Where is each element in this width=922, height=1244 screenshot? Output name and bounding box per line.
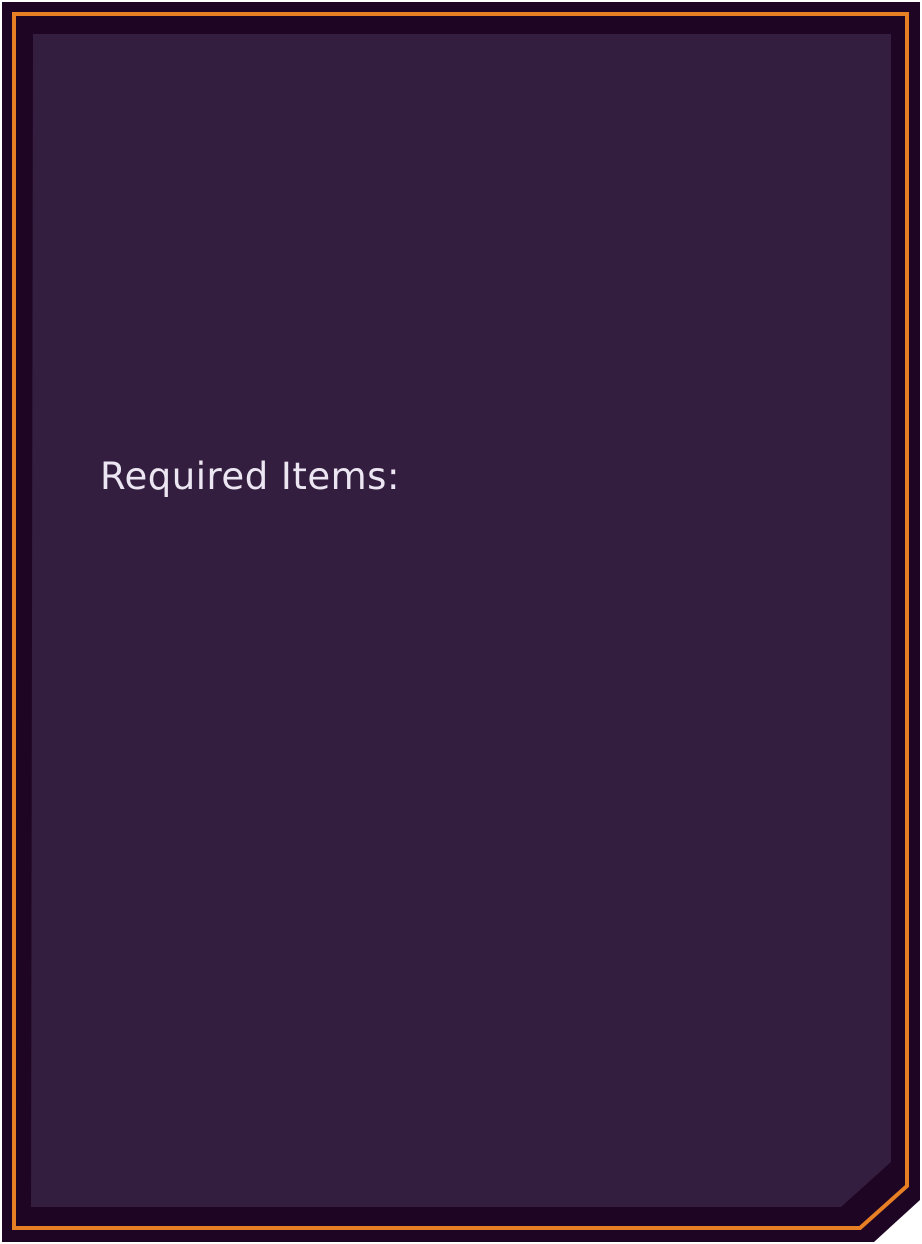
required-items-panel bbox=[0, 0, 922, 1244]
required-items-label: Required Items: bbox=[100, 455, 400, 498]
panel-inner-fill bbox=[31, 34, 891, 1207]
panel-frame-graphic bbox=[2, 2, 920, 1242]
